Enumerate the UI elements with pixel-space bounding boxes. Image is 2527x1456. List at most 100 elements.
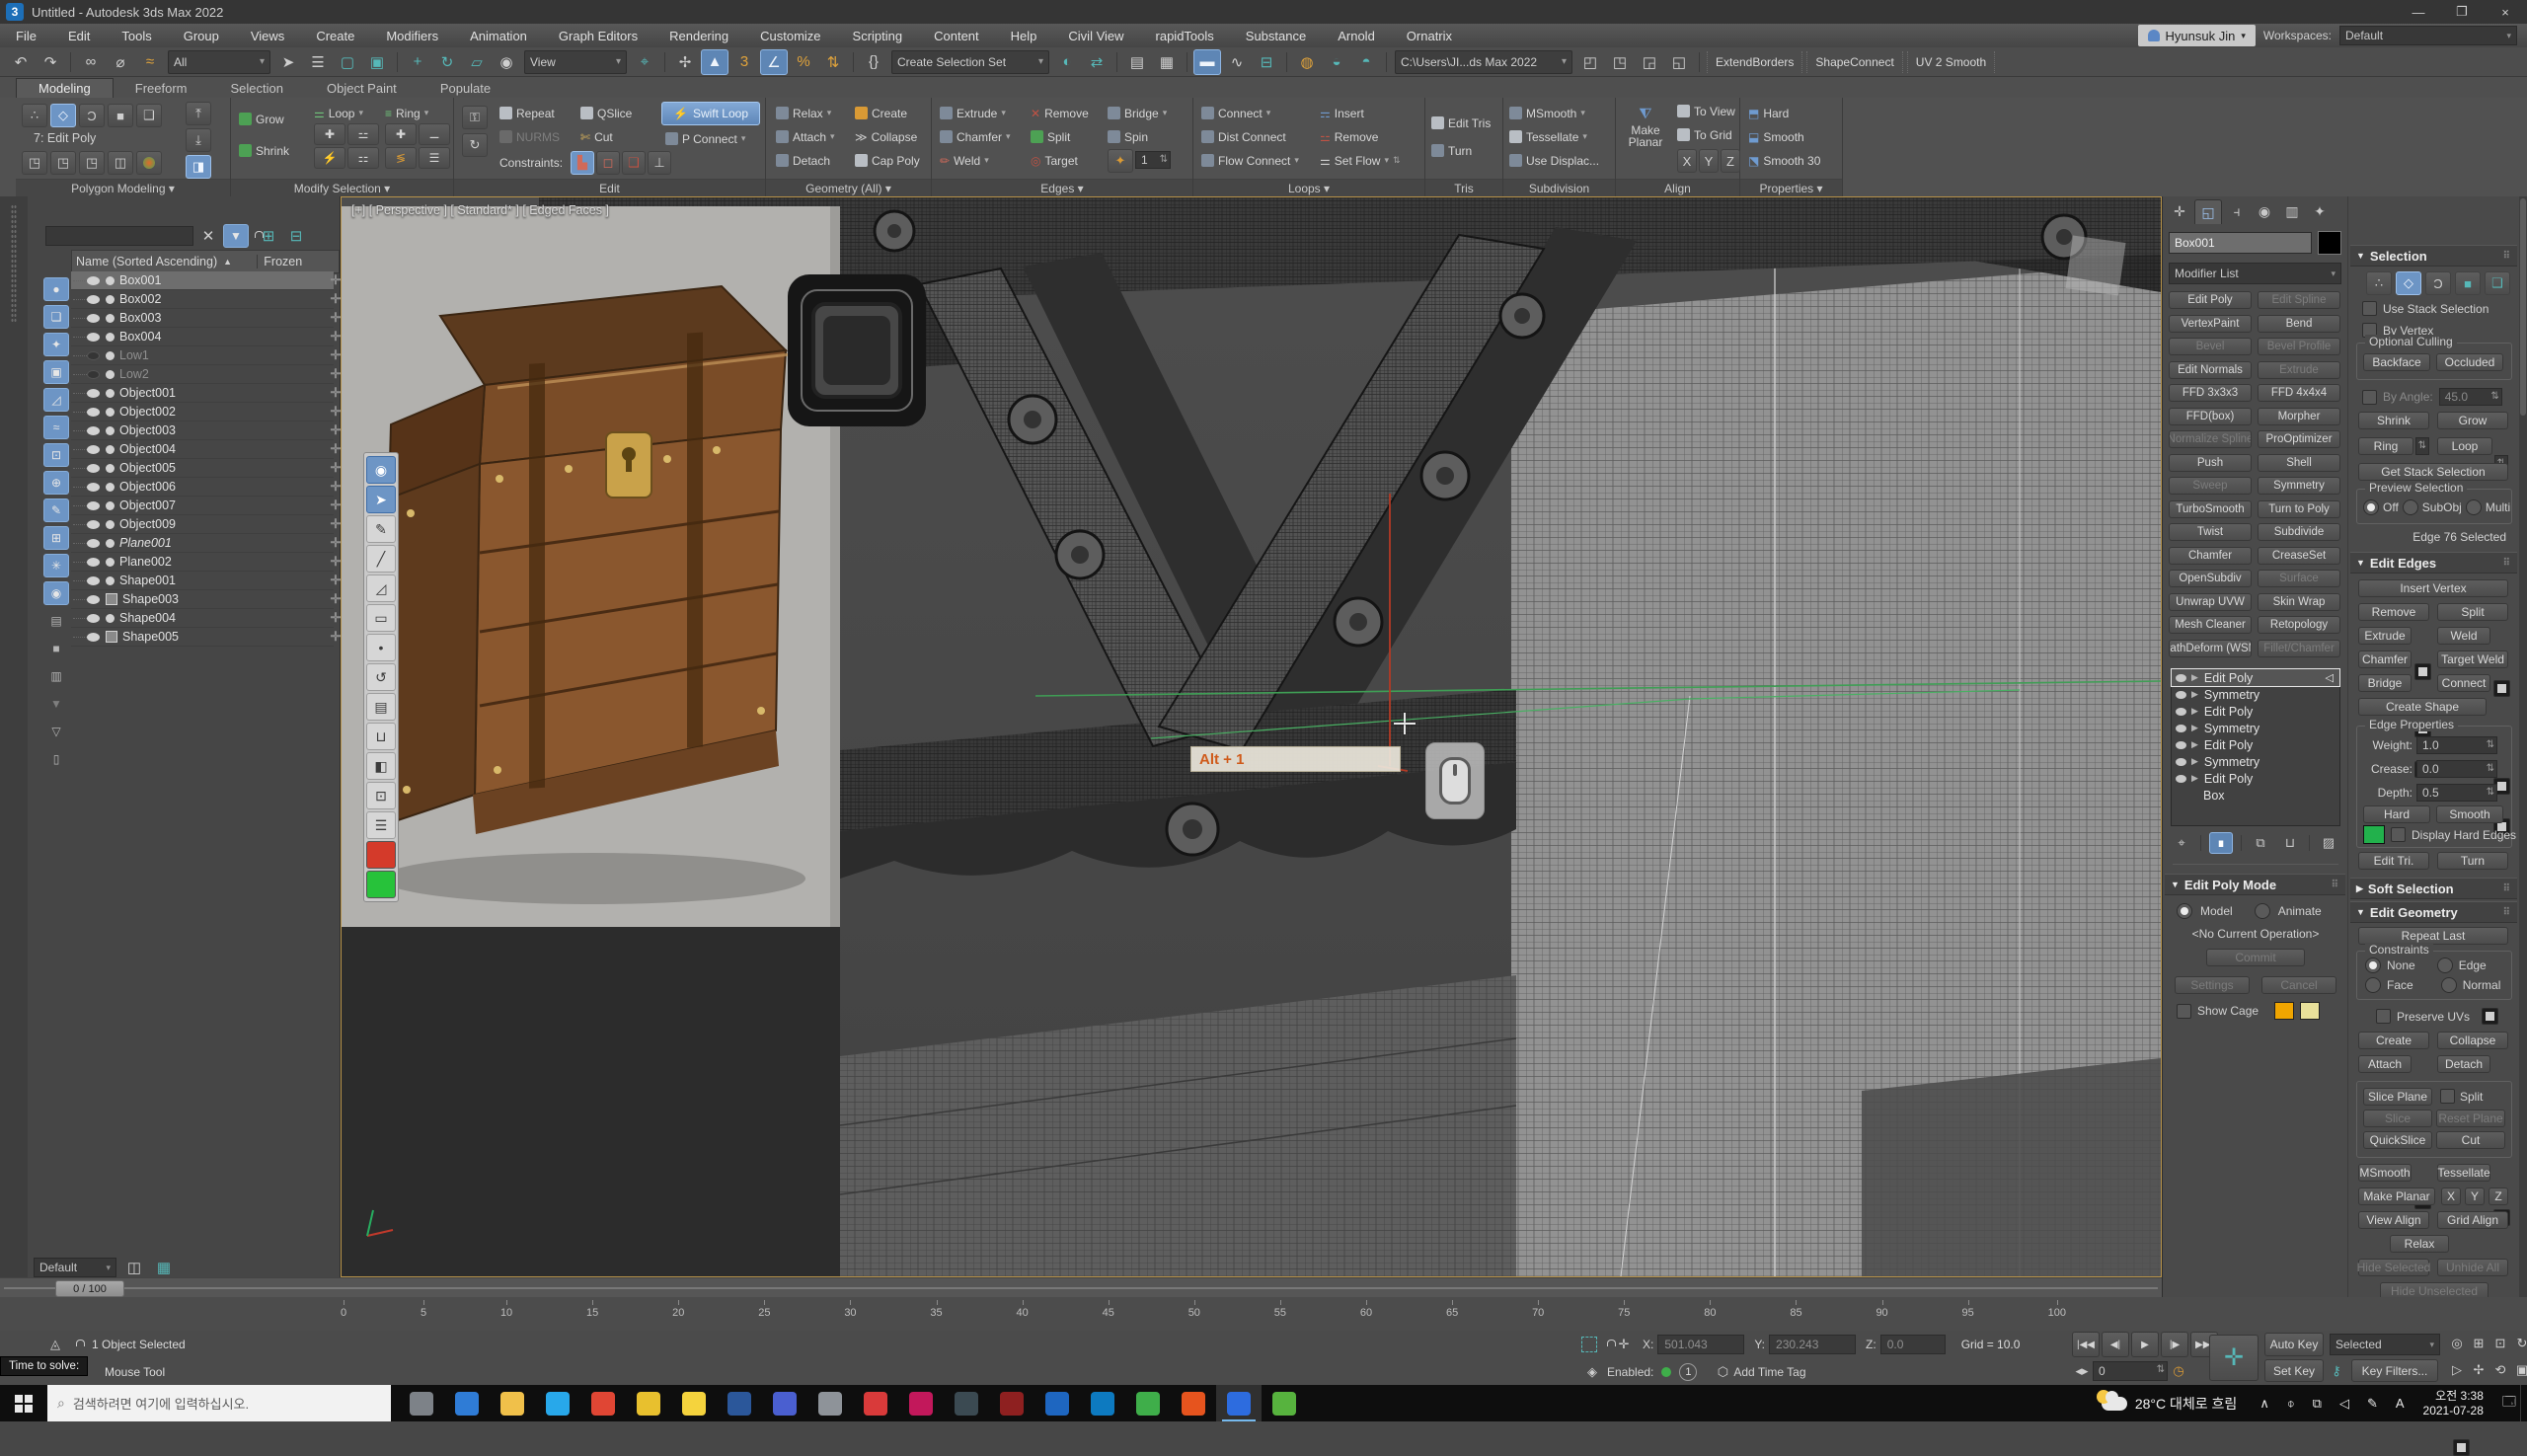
frame-tick[interactable]: 30 — [844, 1307, 856, 1319]
stack-item[interactable]: ▶Symmetry — [2172, 720, 2339, 736]
visibility-eye-icon[interactable] — [87, 370, 100, 379]
percent-snap-icon[interactable]: % — [790, 49, 817, 75]
set-flow-button[interactable]: ⚌Set Flow▾⇅ — [1320, 151, 1401, 170]
angle-snap-icon[interactable]: ∠ — [760, 49, 788, 75]
stack-item[interactable]: ▶Edit Poly — [2172, 703, 2339, 720]
toggle-ribbon-icon[interactable]: ▬ — [1193, 49, 1221, 75]
edge-mode-icon[interactable]: ◇ — [50, 104, 76, 127]
stack-item[interactable]: ▶Edit Poly — [2172, 770, 2339, 787]
constraint-none-radio[interactable] — [2365, 958, 2381, 973]
list-item[interactable]: Object009✛ — [71, 515, 334, 534]
select-and-manipulate-icon[interactable]: ✢ — [671, 49, 699, 75]
taskbar-app-3[interactable] — [490, 1385, 535, 1421]
soft-selection-rollout-header[interactable]: ▶Soft Selection⠿ — [2350, 878, 2517, 899]
bridge-button[interactable]: Bridge — [2358, 674, 2412, 692]
filter-container-icon[interactable]: ▯ — [43, 747, 69, 771]
zoom-all-icon[interactable]: ⊞ — [2469, 1334, 2489, 1353]
eye-tool-icon[interactable]: ◉ — [366, 456, 396, 484]
toggle-scene-explorer-icon[interactable]: ▤ — [1123, 49, 1151, 75]
expand-arrow-icon[interactable]: ▶ — [2191, 706, 2198, 717]
taskbar-clock[interactable]: 오전 3:38 2021-07-28 — [2423, 1389, 2484, 1418]
create-button[interactable]: Create — [2358, 1032, 2429, 1049]
view-align-button[interactable]: View Align — [2358, 1211, 2429, 1229]
visibility-eye-icon[interactable] — [87, 595, 100, 604]
preview-edge-icon[interactable]: ◳ — [50, 151, 76, 175]
select-and-move-icon[interactable]: + — [404, 49, 431, 75]
sort-by-type-icon[interactable]: ■ — [43, 637, 69, 660]
dist-connect-button[interactable]: Dist Connect — [1201, 127, 1286, 146]
quickslice-button[interactable]: QuickSlice — [2363, 1131, 2432, 1149]
taskbar-app-16[interactable] — [1080, 1385, 1125, 1421]
tray-display-icon[interactable]: ⧉ — [2313, 1396, 2322, 1412]
clear-search-icon[interactable]: ✕ — [198, 223, 218, 249]
modifier-push[interactable]: Push — [2169, 454, 2252, 472]
frame-tick[interactable]: 35 — [930, 1307, 942, 1319]
ring-grow-button[interactable]: ✚ — [385, 123, 417, 145]
insert-loop-button[interactable]: ⚎Insert — [1320, 104, 1364, 122]
modifier-creaseset[interactable]: CreaseSet — [2258, 547, 2340, 565]
modifier-fillet-chamfer[interactable]: Fillet/Chamfer — [2258, 640, 2340, 657]
crease-spinner[interactable]: 0.0 — [2416, 760, 2497, 778]
stack-item[interactable]: ▶Symmetry — [2172, 686, 2339, 703]
menu-animation[interactable]: Animation — [454, 24, 543, 47]
explorer-search-input[interactable] — [45, 226, 193, 246]
depth-spinner[interactable]: 0.5 — [2416, 784, 2497, 802]
edge-count-spinner[interactable]: 1 — [1135, 151, 1171, 169]
unlink-selection-icon[interactable]: ⌀ — [107, 49, 134, 75]
smooth-button[interactable]: Smooth — [2436, 805, 2503, 823]
snaps-toggle-icon[interactable]: 3 — [730, 49, 758, 75]
vertex-subobject-icon[interactable]: ∴ — [2366, 271, 2392, 295]
modifier-unwrap-uvw[interactable]: Unwrap UVW — [2169, 593, 2252, 611]
msmooth-button[interactable]: MSmooth▾ — [1509, 104, 1585, 122]
orbit-icon[interactable]: ↻ — [2512, 1334, 2527, 1353]
edit-tri-button[interactable]: Edit Tri. — [2358, 852, 2429, 870]
list-item[interactable]: Object002✛ — [71, 403, 334, 421]
constraint-face-radio[interactable] — [2365, 977, 2381, 993]
tab-object-paint[interactable]: Object Paint — [305, 79, 419, 98]
frame-tick[interactable]: 60 — [1360, 1307, 1372, 1319]
visibility-eye-icon[interactable] — [87, 314, 100, 323]
smooth-edge-button[interactable]: ⬓Smooth — [1748, 127, 1804, 146]
frame-tick[interactable]: 45 — [1103, 1307, 1114, 1319]
modifier-ffd-3x3x3[interactable]: FFD 3x3x3 — [2169, 384, 2252, 402]
list-item[interactable]: Plane002✛ — [71, 553, 334, 572]
section-label[interactable]: Edges ▾ — [932, 179, 1192, 196]
collapse-all-icon[interactable]: ⊟ — [285, 223, 307, 249]
filter-helpers-icon[interactable]: ◿ — [43, 388, 69, 412]
taskbar-search[interactable]: ⌕ 검색하려면 여기에 입력하십시오. — [47, 1385, 391, 1421]
loop-grow-button[interactable]: ✚ — [314, 123, 345, 145]
shrink-button[interactable]: Shrink — [239, 141, 289, 160]
frame-tick[interactable]: 10 — [500, 1307, 512, 1319]
cage-color-swatch[interactable] — [2274, 1002, 2294, 1020]
visibility-eye-icon[interactable] — [87, 276, 100, 285]
list-item[interactable]: Object006✛ — [71, 478, 334, 497]
key-filters-button[interactable]: Key Filters... — [2351, 1359, 2438, 1382]
keyboard-shortcut-override-icon[interactable]: ▲ — [701, 49, 728, 75]
maximize-viewport-icon[interactable]: ▣ — [2512, 1360, 2527, 1380]
edit-geometry-rollout-header[interactable]: ▼Edit Geometry⠿ — [2350, 901, 2517, 923]
palette-tool-icon[interactable]: ◧ — [366, 752, 396, 780]
section-label[interactable]: Polygon Modeling ▾ — [16, 179, 230, 196]
spin-button[interactable]: Spin — [1108, 127, 1148, 146]
stack-item[interactable]: ▶Edit Poly — [2172, 736, 2339, 753]
set-key-button[interactable]: Set Key — [2264, 1359, 2324, 1382]
edge-spinner-icon[interactable]: ✦ — [1108, 149, 1133, 173]
cap-poly-button[interactable]: Cap Poly — [855, 151, 920, 170]
p-connect-button[interactable]: P Connect▾ — [665, 129, 745, 148]
preview-off-radio[interactable] — [2363, 499, 2379, 515]
detach-button[interactable]: Detach — [776, 151, 830, 170]
frozen-column-header[interactable]: Frozen — [257, 255, 339, 268]
selection-region-icon[interactable] — [1581, 1337, 1597, 1352]
list-item[interactable]: Shape003✛ — [71, 590, 334, 609]
modifier-shell[interactable]: Shell — [2258, 454, 2340, 472]
visibility-eye-icon[interactable] — [87, 333, 100, 342]
planar-z-button[interactable]: Z — [2489, 1188, 2508, 1205]
stack-eye-icon[interactable] — [2176, 674, 2186, 682]
scene-undo-2-icon[interactable]: ◳ — [1606, 49, 1634, 75]
attach-button[interactable]: Attach — [2358, 1055, 2412, 1073]
frame-tick[interactable]: 95 — [1962, 1307, 1974, 1319]
select-and-link-icon[interactable]: ∞ — [77, 49, 105, 75]
ring-dropdown[interactable]: ≡Ring▾ — [385, 104, 428, 122]
enabled-badge[interactable]: 1 — [1679, 1363, 1697, 1381]
current-frame-field[interactable]: 0 — [2093, 1361, 2168, 1381]
